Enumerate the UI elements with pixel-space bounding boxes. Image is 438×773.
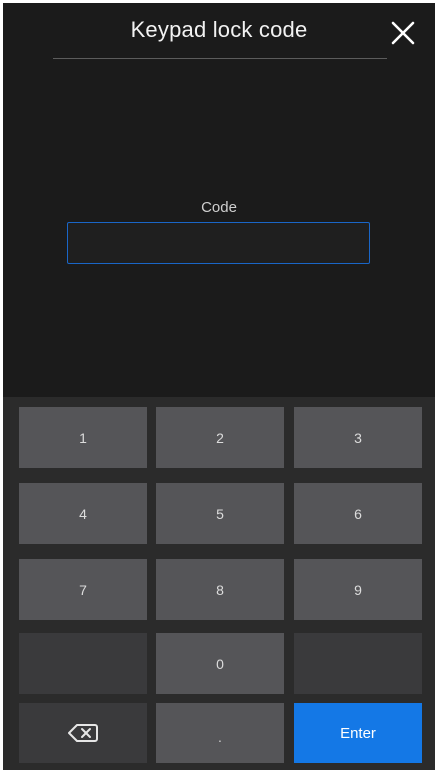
key-0[interactable]: 0: [156, 633, 284, 694]
key-5-label: 5: [216, 505, 224, 522]
key-8-label: 8: [216, 581, 224, 598]
key-4[interactable]: 4: [19, 483, 147, 544]
key-blank-right: [294, 633, 422, 694]
key-decimal[interactable]: .: [156, 703, 284, 763]
key-7[interactable]: 7: [19, 559, 147, 620]
code-input[interactable]: [67, 222, 370, 264]
key-4-label: 4: [79, 505, 87, 522]
keypad: 1 2 3 4 5 6 7 8 9 0 . Enter: [3, 397, 435, 770]
key-9-label: 9: [354, 581, 362, 598]
key-5[interactable]: 5: [156, 483, 284, 544]
enter-button-label: Enter: [340, 724, 376, 742]
key-7-label: 7: [79, 581, 87, 598]
enter-button[interactable]: Enter: [294, 703, 422, 763]
close-button[interactable]: [387, 17, 419, 49]
key-blank-left: [19, 633, 147, 694]
key-2[interactable]: 2: [156, 407, 284, 468]
key-3[interactable]: 3: [294, 407, 422, 468]
key-3-label: 3: [354, 429, 362, 446]
page-title: Keypad lock code: [130, 17, 308, 42]
backspace-icon: [68, 724, 98, 742]
key-1-label: 1: [79, 429, 87, 446]
title-divider: [53, 58, 387, 59]
key-1[interactable]: 1: [19, 407, 147, 468]
key-8[interactable]: 8: [156, 559, 284, 620]
close-icon: [391, 21, 415, 45]
backspace-button[interactable]: [19, 703, 147, 763]
key-decimal-label: .: [218, 729, 222, 745]
keypad-lock-code-screen: Keypad lock code Code 1 2 3 4 5 6 7 8 9 …: [3, 3, 435, 770]
key-0-label: 0: [216, 655, 224, 672]
key-2-label: 2: [216, 429, 224, 446]
key-9[interactable]: 9: [294, 559, 422, 620]
code-label: Code: [201, 199, 237, 216]
key-6-label: 6: [354, 505, 362, 522]
key-6[interactable]: 6: [294, 483, 422, 544]
